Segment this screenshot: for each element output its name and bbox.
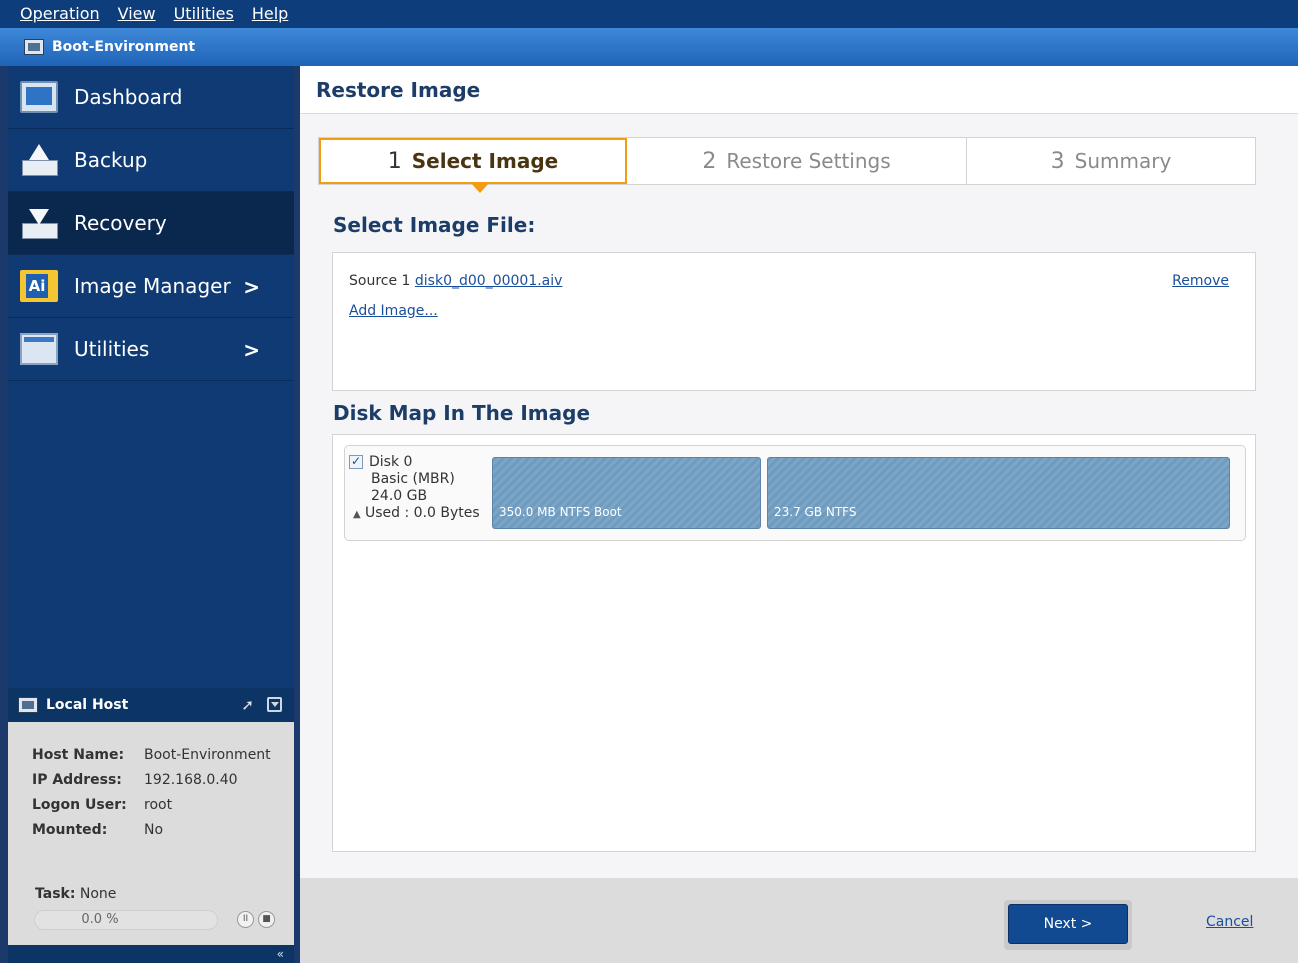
menu-utilities[interactable]: Utilities: [174, 6, 234, 22]
chevron-right-icon: >: [243, 275, 260, 299]
partition-boot[interactable]: 350.0 MB NTFS Boot: [492, 457, 761, 529]
sidebar: Dashboard Backup Recovery Image Manager …: [8, 66, 294, 963]
task-value: None: [79, 886, 117, 902]
progress-text: 0.0 %: [81, 912, 119, 927]
sidebar-item-utilities[interactable]: Utilities >: [8, 318, 294, 381]
image-file-panel: Source 1 disk0_d00_00001.aiv Add Image..…: [332, 252, 1256, 391]
host-name-row: Host Name: Boot-Environment: [32, 742, 294, 767]
add-image-link[interactable]: Add Image...: [349, 303, 438, 319]
disk-size: 24.0 GB: [371, 488, 428, 504]
computer-icon: [18, 697, 38, 713]
step-number: 2: [702, 148, 717, 174]
task-status: Task: None: [35, 886, 116, 902]
pause-icon[interactable]: II: [237, 911, 254, 928]
info-value: root: [144, 796, 173, 813]
step-label: Restore Settings: [726, 149, 891, 173]
wizard-steps: 1 Select Image 2 Restore Settings 3 Summ…: [318, 137, 1256, 193]
source-label: Source 1: [349, 273, 411, 289]
info-value: Boot-Environment: [144, 746, 271, 763]
disk-type: Basic (MBR): [371, 471, 455, 487]
host-info: Host Name: Boot-Environment IP Address: …: [8, 722, 294, 842]
step-summary[interactable]: 3 Summary: [967, 138, 1255, 184]
step-label: Select Image: [411, 149, 559, 173]
step-select-image[interactable]: 1 Select Image: [319, 138, 627, 193]
next-button[interactable]: Next >: [1008, 904, 1128, 944]
menu-operation[interactable]: Operation: [20, 6, 100, 22]
window-title: Boot-Environment: [52, 39, 196, 55]
backup-icon: [20, 144, 58, 176]
disk-name: Disk 0: [369, 454, 413, 470]
disk-checkbox[interactable]: [349, 453, 363, 470]
sidebar-item-backup[interactable]: Backup: [8, 129, 294, 192]
step-number: 3: [1050, 148, 1065, 174]
sidebar-nav: Dashboard Backup Recovery Image Manager …: [8, 66, 294, 381]
info-value: 192.168.0.40: [144, 771, 238, 788]
page-header: Restore Image: [300, 66, 1298, 114]
source-row: Source 1 disk0_d00_00001.aiv: [349, 273, 562, 289]
step-restore-settings[interactable]: 2 Restore Settings: [627, 138, 967, 184]
info-key: IP Address:: [32, 771, 122, 788]
logon-user-row: Logon User: root: [32, 792, 294, 817]
collapse-sidebar-button[interactable]: «: [8, 945, 294, 963]
menu-bar: Operation View Utilities Help: [0, 0, 1298, 28]
image-manager-icon: [20, 270, 58, 302]
select-image-file-title: Select Image File:: [333, 213, 536, 237]
step-number: 1: [387, 148, 402, 174]
partition-label: 350.0 MB NTFS Boot: [499, 505, 622, 519]
local-host-title: Local Host: [46, 697, 129, 713]
cancel-link[interactable]: Cancel: [1206, 914, 1253, 930]
sidebar-item-label: Recovery: [74, 211, 167, 235]
disk-info: Disk 0 Basic (MBR) 24.0 GB ▲Used : 0.0 B…: [349, 453, 480, 523]
task-label: Task:: [35, 886, 76, 902]
chevron-right-icon: >: [243, 338, 260, 362]
disk-used: Used : 0.0 Bytes: [365, 505, 480, 521]
disk-name-row: Disk 0: [349, 453, 480, 471]
pin-icon[interactable]: ➚: [241, 696, 254, 714]
collapse-panel-icon[interactable]: [267, 697, 282, 712]
disk-map-panel: Disk 0 Basic (MBR) 24.0 GB ▲Used : 0.0 B…: [332, 434, 1256, 852]
disk-map-title: Disk Map In The Image: [333, 401, 591, 425]
monitor-icon: [20, 81, 58, 113]
info-key: Host Name:: [32, 746, 125, 763]
info-value: No: [144, 821, 164, 838]
disk-used-row: ▲ Used : 0.0 Bytes: [349, 505, 480, 523]
partition-label: 23.7 GB NTFS: [774, 505, 857, 519]
page-title: Restore Image: [316, 78, 481, 102]
info-key: Mounted:: [32, 821, 108, 838]
ip-address-row: IP Address: 192.168.0.40: [32, 767, 294, 792]
sidebar-item-label: Utilities: [74, 337, 150, 361]
info-key: Logon User:: [32, 796, 127, 813]
sidebar-item-image-manager[interactable]: Image Manager >: [8, 255, 294, 318]
step-label: Summary: [1074, 149, 1172, 173]
menu-view[interactable]: View: [118, 6, 156, 22]
utilities-icon: [20, 333, 58, 365]
local-host-header: Local Host ➚: [8, 688, 294, 722]
menu-help[interactable]: Help: [252, 6, 288, 22]
main-content: Restore Image 1 Select Image 2 Restore S…: [300, 66, 1298, 963]
partition-ntfs[interactable]: 23.7 GB NTFS: [767, 457, 1230, 529]
sidebar-item-label: Backup: [74, 148, 148, 172]
expand-arrow-icon[interactable]: ▲: [349, 506, 365, 523]
recovery-icon: [20, 207, 58, 239]
window-title-bar: Boot-Environment: [0, 28, 1298, 66]
next-button-frame: Next >: [1004, 900, 1132, 950]
mounted-row: Mounted: No: [32, 817, 294, 842]
task-progress-bar: 0.0 %: [34, 910, 218, 930]
footer-bar: Next > Cancel: [300, 878, 1298, 963]
disk-row: Disk 0 Basic (MBR) 24.0 GB ▲Used : 0.0 B…: [344, 445, 1246, 541]
sidebar-item-recovery[interactable]: Recovery: [8, 192, 294, 255]
sidebar-item-label: Dashboard: [74, 85, 183, 109]
computer-icon: [24, 39, 44, 55]
local-host-panel: Local Host ➚ Host Name: Boot-Environment…: [8, 688, 294, 963]
sidebar-item-label: Image Manager: [74, 274, 231, 298]
source-file-link[interactable]: disk0_d00_00001.aiv: [415, 273, 563, 289]
sidebar-item-dashboard[interactable]: Dashboard: [8, 66, 294, 129]
stop-icon[interactable]: ■: [258, 911, 275, 928]
remove-link[interactable]: Remove: [1172, 273, 1229, 289]
